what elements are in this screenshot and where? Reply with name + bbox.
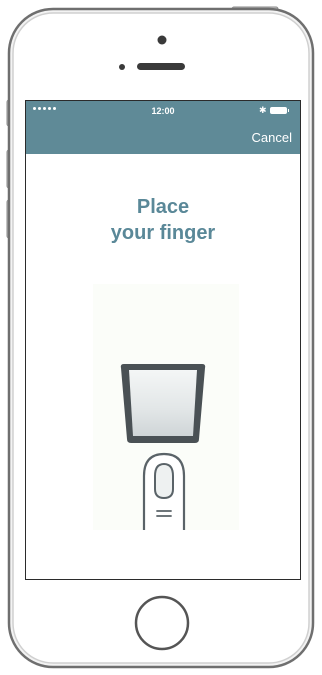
battery-icon [270,107,289,114]
page-title: Place your finger [26,194,300,246]
nav-bar: Cancel [26,121,300,154]
title-line-2: your finger [110,222,216,244]
cancel-button[interactable]: Cancel [252,130,292,145]
sensor-icon [120,364,206,443]
finger-on-sensor-icon [93,284,239,530]
earpiece [137,63,185,70]
bluetooth-icon: ✱ [259,105,267,115]
camera-icon [157,35,167,45]
sensor-dot [119,64,125,70]
status-bar: 12:00 ✱ [26,101,300,121]
finger-icon [142,452,186,530]
screen: 12:00 ✱ Cancel Place your finger [25,100,301,580]
home-button[interactable] [134,595,190,651]
title-line-1: Place [136,196,190,218]
phone-frame: 12:00 ✱ Cancel Place your finger [0,0,322,675]
